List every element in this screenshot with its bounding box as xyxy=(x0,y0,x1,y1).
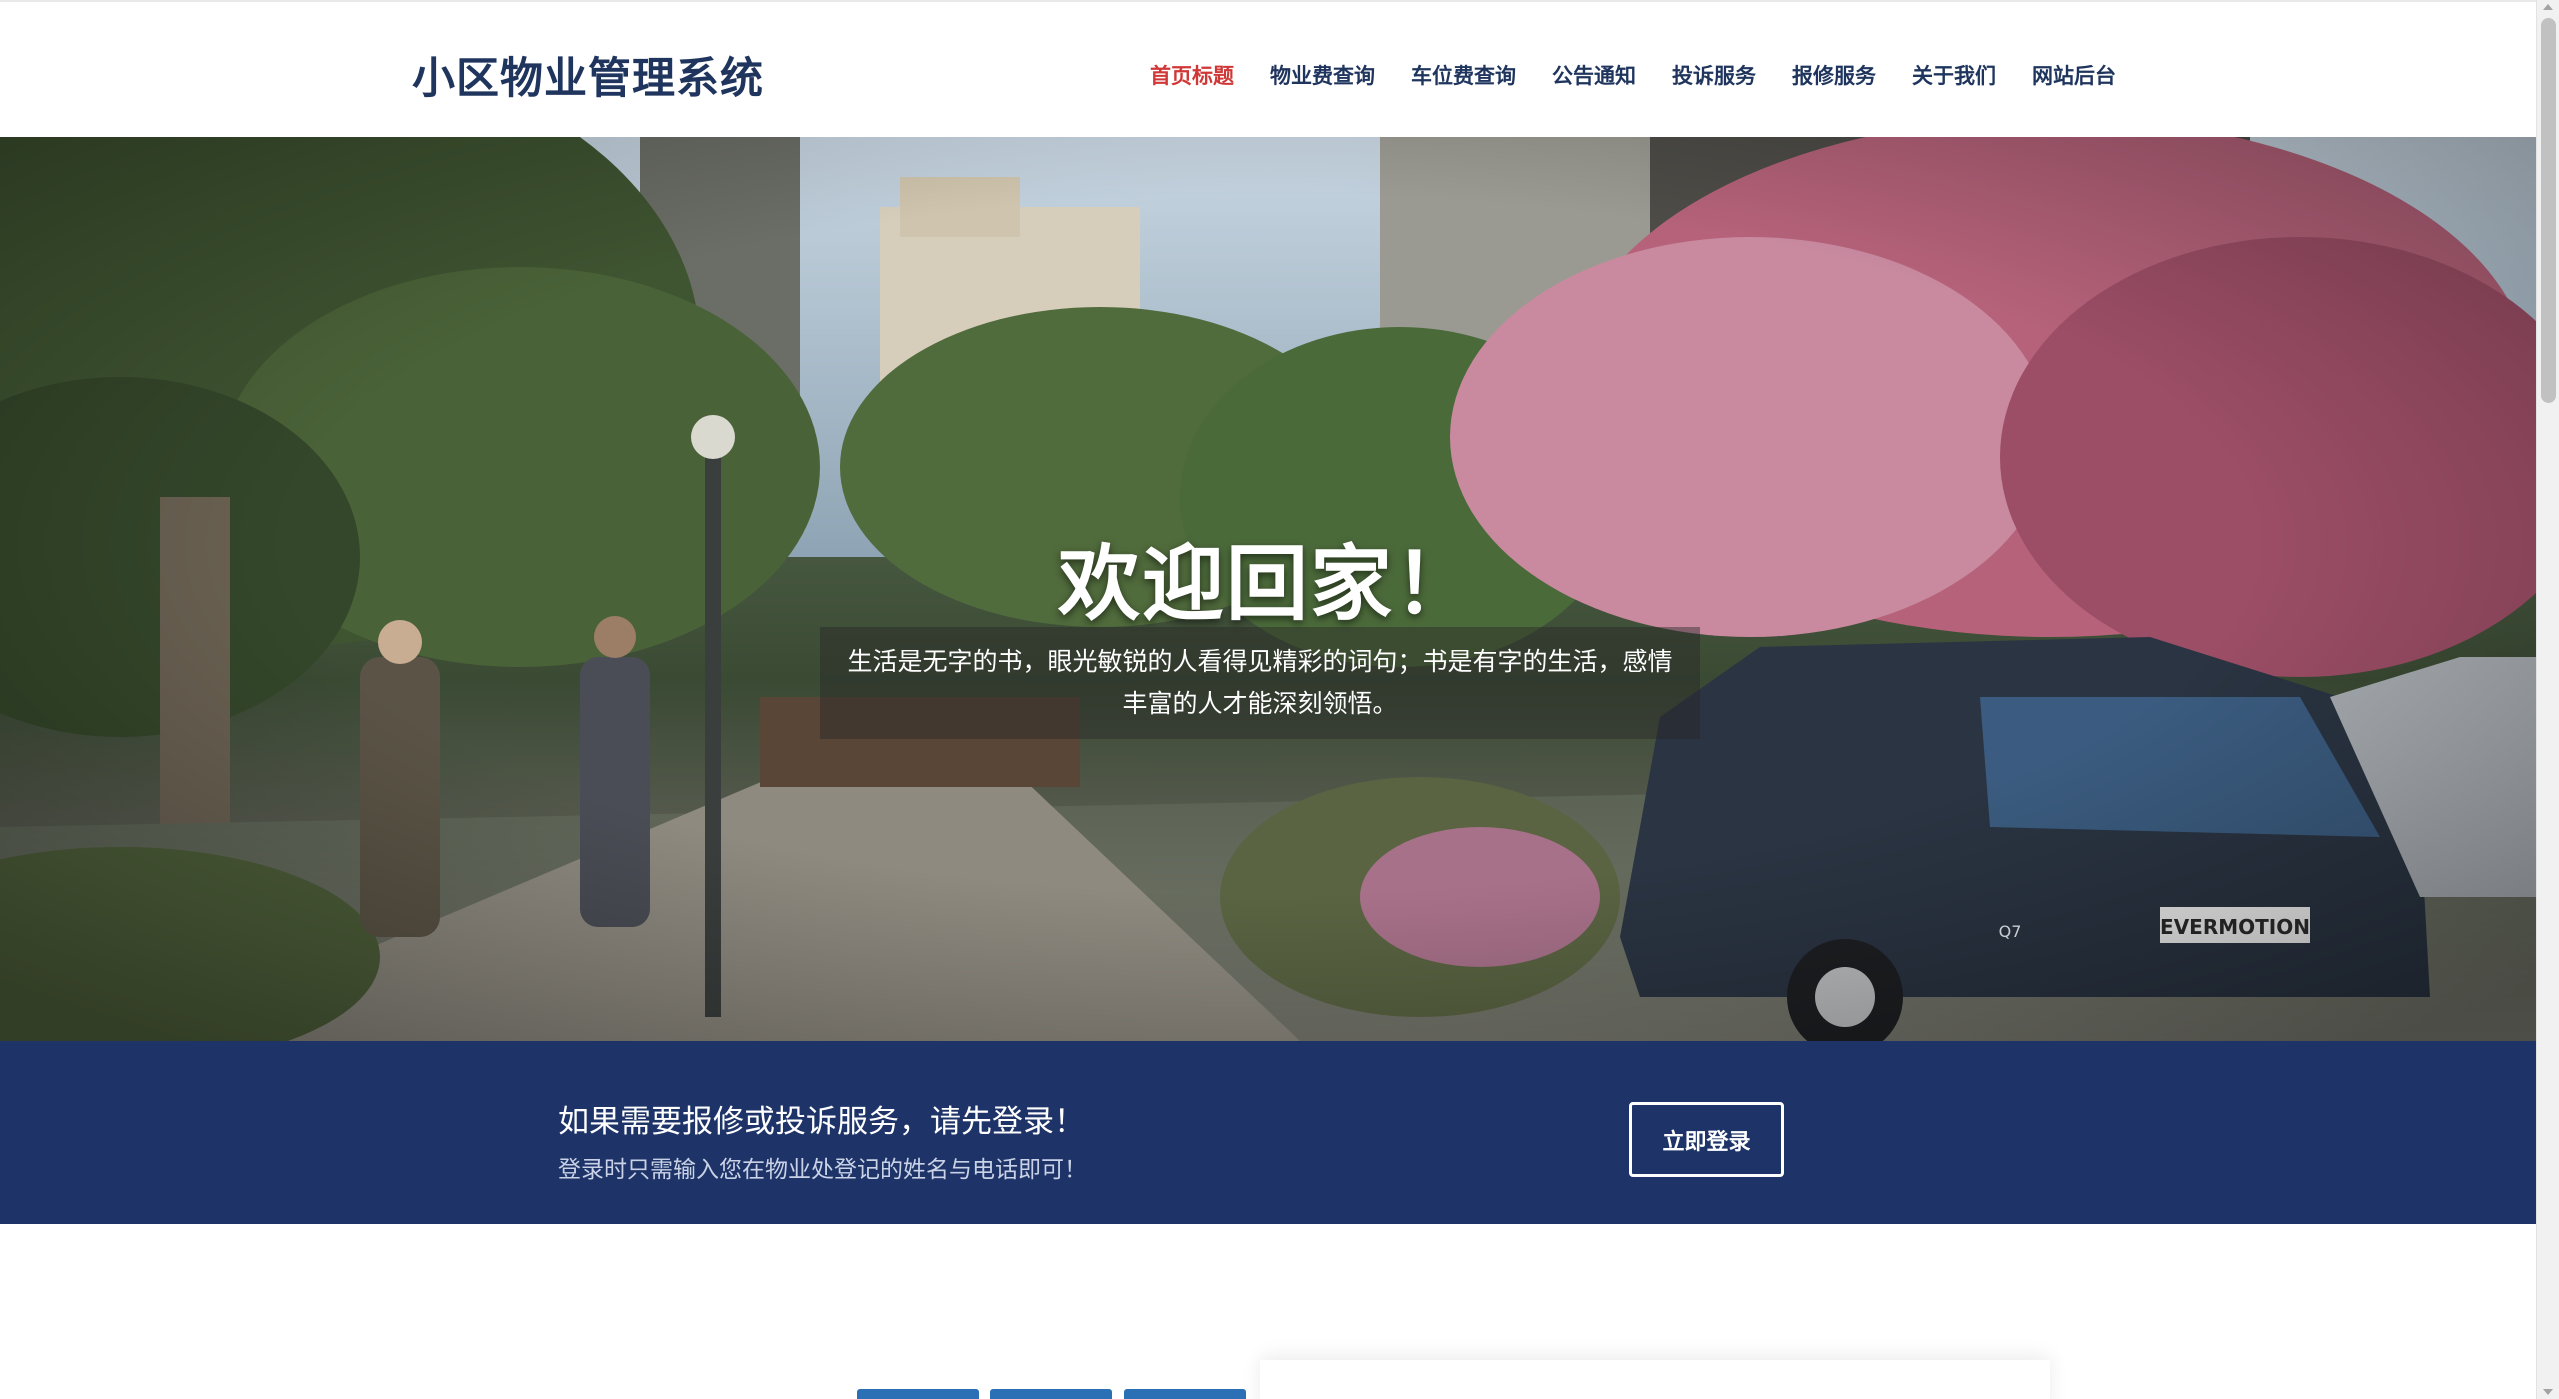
login-now-button[interactable]: 立即登录 xyxy=(1629,1102,1784,1177)
nav-item-parking-fee[interactable]: 车位费查询 xyxy=(1411,60,1516,90)
scroll-up-arrow-icon[interactable] xyxy=(2543,4,2553,10)
nav-item-property-fee[interactable]: 物业费查询 xyxy=(1270,60,1375,90)
content-card-peek xyxy=(1260,1360,2050,1399)
main-nav: 首页标题 物业费查询 车位费查询 公告通知 投诉服务 报修服务 关于我们 网站后… xyxy=(1150,60,2152,90)
nav-item-home[interactable]: 首页标题 xyxy=(1150,60,1234,90)
hero-quote: 生活是无字的书，眼光敏锐的人看得见精彩的词句；书是有字的生活，感情丰富的人才能深… xyxy=(820,627,1700,739)
scrollbar-thumb[interactable] xyxy=(2541,18,2556,403)
site-brand[interactable]: 小区物业管理系统 xyxy=(412,44,764,106)
login-prompt-subtitle: 登录时只需输入您在物业处登记的姓名与电话即可！ xyxy=(558,1157,1087,1183)
hero-banner: EVERMOTION Q7 欢迎回家！ 生活是无字的书，眼光敏锐的人看得见精彩的… xyxy=(0,137,2536,1041)
car-plate-text: EVERMOTION xyxy=(2160,915,2310,939)
nav-item-about[interactable]: 关于我们 xyxy=(1912,60,1996,90)
page: 小区物业管理系统 首页标题 物业费查询 车位费查询 公告通知 投诉服务 报修服务… xyxy=(0,0,2559,1399)
nav-item-repairs[interactable]: 报修服务 xyxy=(1792,60,1876,90)
scroll-down-arrow-icon[interactable] xyxy=(2543,1389,2553,1395)
nav-item-announcements[interactable]: 公告通知 xyxy=(1552,60,1636,90)
nav-item-complaints[interactable]: 投诉服务 xyxy=(1672,60,1756,90)
car-badge-text: Q7 xyxy=(1999,922,2022,941)
hero-title: 欢迎回家！ xyxy=(1057,537,1478,632)
page-scrollbar[interactable] xyxy=(2536,0,2559,1399)
login-prompt-title: 如果需要报修或投诉服务，请先登录！ xyxy=(558,1104,1085,1140)
section-tab-3[interactable] xyxy=(1124,1389,1246,1399)
section-tab-1[interactable] xyxy=(857,1389,979,1399)
login-prompt-band xyxy=(0,1041,2536,1224)
site-header: 小区物业管理系统 首页标题 物业费查询 车位费查询 公告通知 投诉服务 报修服务… xyxy=(0,0,2536,137)
nav-item-admin[interactable]: 网站后台 xyxy=(2032,60,2116,90)
section-tab-2[interactable] xyxy=(990,1389,1112,1399)
